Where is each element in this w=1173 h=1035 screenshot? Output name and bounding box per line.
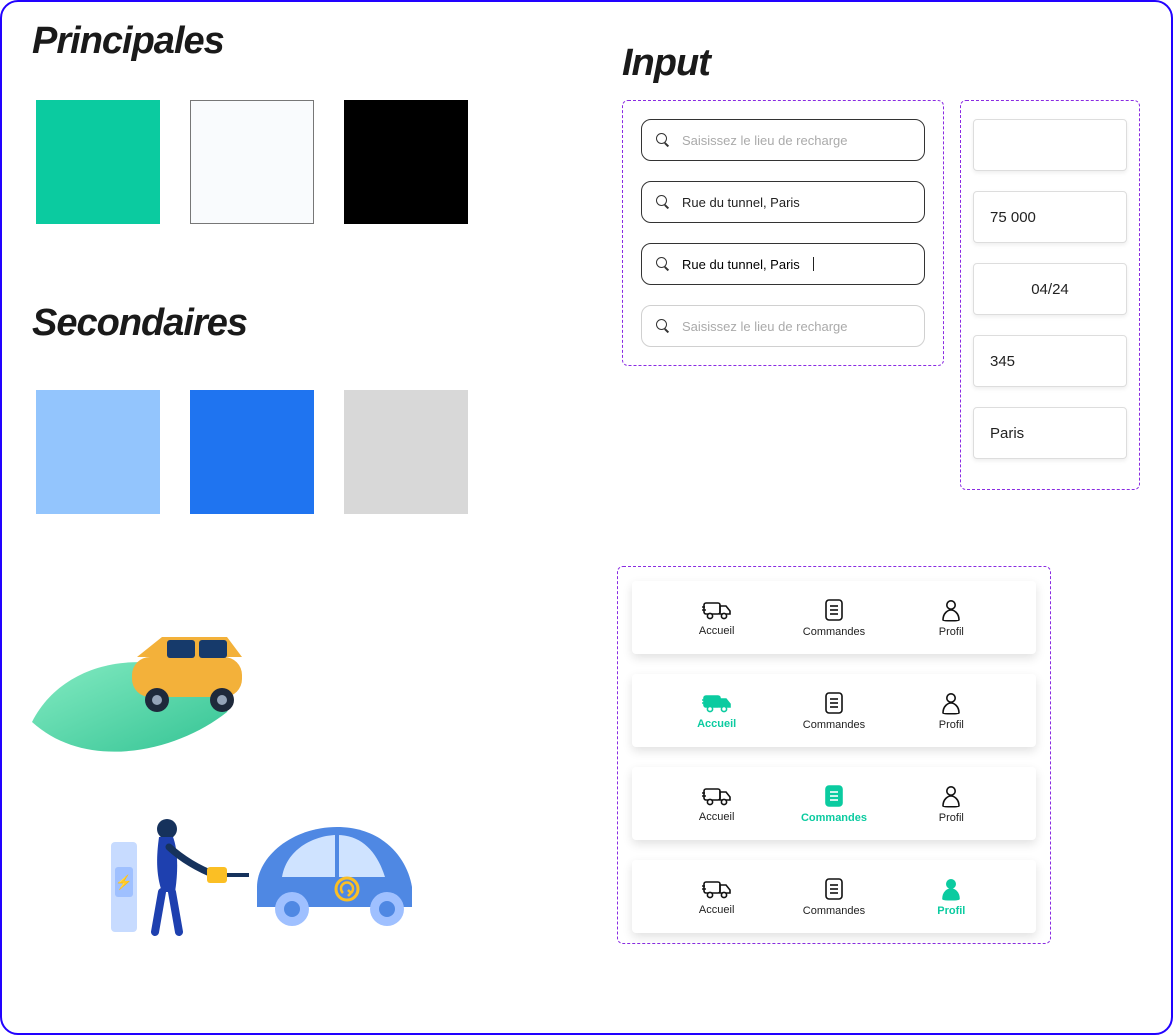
nav-label-commandes: Commandes [803, 719, 865, 731]
truck-icon [702, 599, 732, 621]
swatch-primary-1 [190, 100, 314, 224]
nav-label-accueil: Accueil [699, 904, 734, 916]
navbar-variant-2: Accueil Commandes Profil [632, 767, 1036, 840]
small-input-1[interactable]: 75 000 [973, 191, 1127, 243]
small-input-2[interactable]: 04/24 [973, 263, 1127, 315]
person-icon [940, 877, 962, 901]
person-icon [940, 598, 962, 622]
nav-item-commandes[interactable]: Commandes [789, 598, 879, 638]
nav-item-commandes[interactable]: Commandes [789, 784, 879, 824]
document-icon [823, 691, 845, 715]
nav-item-profil[interactable]: Profil [906, 877, 996, 917]
nav-item-commandes[interactable]: Commandes [789, 877, 879, 917]
nav-item-accueil[interactable]: Accueil [672, 599, 762, 637]
nav-label-profil: Profil [939, 812, 964, 824]
nav-item-accueil[interactable]: Accueil [672, 785, 762, 823]
search-icon [656, 195, 670, 209]
swatch-secondary-1 [190, 390, 314, 514]
document-icon [823, 877, 845, 901]
person-icon [940, 691, 962, 715]
nav-item-commandes[interactable]: Commandes [789, 691, 879, 731]
swatch-secondary-0 [36, 390, 160, 514]
search-field-3[interactable] [641, 305, 925, 347]
truck-icon [702, 692, 732, 714]
navbar-variant-1: Accueil Commandes Profil [632, 674, 1036, 747]
nav-label-accueil: Accueil [697, 718, 736, 730]
nav-label-profil: Profil [937, 905, 965, 917]
nav-item-profil[interactable]: Profil [906, 691, 996, 731]
search-field-0[interactable] [641, 119, 925, 161]
design-system-frame: Principales Input Secondaires Rue du tun… [0, 0, 1173, 1035]
primary-swatch-row [36, 100, 468, 224]
search-icon [656, 133, 670, 147]
small-inputs-group: 75 000 04/24 345 Paris [960, 100, 1140, 490]
search-input-3[interactable] [682, 319, 910, 334]
nav-label-profil: Profil [939, 626, 964, 638]
document-icon [823, 784, 845, 808]
search-field-1[interactable] [641, 181, 925, 223]
heading-input: Input [622, 42, 710, 85]
nav-item-profil[interactable]: Profil [906, 598, 996, 638]
text-cursor [813, 257, 814, 271]
nav-item-accueil[interactable]: Accueil [672, 878, 762, 916]
heading-principales: Principales [32, 20, 224, 63]
swatch-primary-2 [344, 100, 468, 224]
small-input-0[interactable] [973, 119, 1127, 171]
nav-item-accueil[interactable]: Accueil [672, 692, 762, 730]
search-input-2-text: Rue du tunnel, Paris [682, 257, 800, 272]
navbar-variant-3: Accueil Commandes Profil [632, 860, 1036, 933]
illustration-green-car [27, 622, 247, 762]
nav-label-commandes: Commandes [803, 905, 865, 917]
search-icon [656, 319, 670, 333]
secondary-swatch-row [36, 390, 468, 514]
search-field-2[interactable]: Rue du tunnel, Paris [641, 243, 925, 285]
small-input-4[interactable]: Paris [973, 407, 1127, 459]
person-icon [940, 784, 962, 808]
document-icon [823, 598, 845, 622]
navbar-variants-group: Accueil Commandes Profil Accueil Command… [617, 566, 1051, 944]
search-inputs-group: Rue du tunnel, Paris [622, 100, 944, 366]
swatch-primary-0 [36, 100, 160, 224]
heading-secondaires: Secondaires [32, 302, 247, 345]
nav-label-commandes: Commandes [803, 626, 865, 638]
nav-item-profil[interactable]: Profil [906, 784, 996, 824]
search-icon [656, 257, 670, 271]
truck-icon [702, 785, 732, 807]
small-input-3[interactable]: 345 [973, 335, 1127, 387]
search-input-0[interactable] [682, 133, 910, 148]
nav-label-accueil: Accueil [699, 811, 734, 823]
search-input-1[interactable] [682, 195, 910, 210]
navbar-variant-0: Accueil Commandes Profil [632, 581, 1036, 654]
svg-text:⚡: ⚡ [115, 874, 132, 891]
swatch-secondary-2 [344, 390, 468, 514]
illustration-ev-charging: ⚡ [107, 807, 427, 937]
truck-icon [702, 878, 732, 900]
nav-label-commandes: Commandes [801, 812, 867, 824]
nav-label-accueil: Accueil [699, 625, 734, 637]
nav-label-profil: Profil [939, 719, 964, 731]
